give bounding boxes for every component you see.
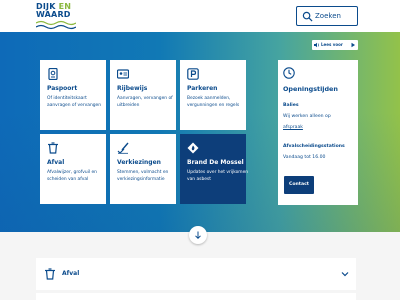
play-icon [351,42,355,48]
waste-bin-icon [45,268,55,280]
flame-icon [187,142,199,154]
accordion-item-next[interactable] [36,293,356,300]
balies-text: Wij werken alleen op [283,114,331,119]
accordion-item-afval[interactable]: Afval [36,258,356,290]
id-card-icon [117,69,129,79]
tile-paspoort[interactable]: Paspoort Of identiteitskaart aanvragen o… [40,60,106,130]
logo-waves-icon [36,20,76,30]
accordion-label: Afval [62,270,80,277]
tile-title: Brand De Mossel [187,159,244,166]
tile-title: Afval [47,159,65,166]
contact-button[interactable]: Contact [284,176,314,194]
tile-description: Bezoek aanmelden, vergunningen en regels [187,96,240,109]
tile-verkiezingen[interactable]: Verkiezingen Stemmen, volmacht en verkie… [110,134,176,204]
search-icon [302,11,313,22]
dijk-en-waard-logo[interactable]: DIJK EN WAARD [36,3,76,30]
chevron-down-icon [341,272,349,277]
tile-title: Verkiezingen [117,159,161,166]
speaker-icon [314,42,319,48]
tile-title: Rijbewijs [117,85,148,92]
tile-description: Of identiteitskaart aanvragen of vervang… [47,96,101,109]
tile-title: Parkeren [187,85,218,92]
readspeaker-label: Lees voor [321,42,343,47]
tile-description: Updates over het vrijkomen van asbest [187,170,249,183]
site-header: DIJK EN WAARD Zoeken [0,0,400,32]
tile-rijbewijs[interactable]: Rijbewijs Aanvragen, vervangen of uitbre… [110,60,176,130]
balies-label: Balies [283,103,299,108]
search-placeholder: Zoeken [315,12,341,20]
opening-hours-card: Openingstijden Balies Wij werken alleen … [278,60,358,205]
opening-hours-title: Openingstijden [283,85,338,93]
tile-title: Paspoort [47,85,78,92]
ballot-icon [117,142,129,154]
arrow-down-icon [195,231,201,240]
scroll-down-button[interactable] [189,226,207,244]
tile-brand-de-mossel[interactable]: Brand De Mossel Updates over het vrijkom… [180,134,249,204]
waste-bin-icon [48,142,58,154]
tile-afval[interactable]: Afval Afvalwijzer, grofvuil en scheiden … [40,134,106,204]
passport-icon [48,68,58,80]
readspeaker-button[interactable]: Lees voor [312,40,358,50]
search-input[interactable]: Zoeken [296,6,358,26]
afval-hours-text: Vandaag tot 16.00 [283,155,326,160]
clock-icon [283,67,295,79]
afspraak-link[interactable]: afspraak [283,125,303,130]
tile-description: Aanvragen, vervangen of uitbreiden [117,96,173,109]
parking-icon [187,68,199,80]
tile-description: Afvalwijzer, grofvuil en scheiden van af… [47,170,97,183]
tile-description: Stemmen, volmacht en verkiezingsinformat… [117,170,169,183]
afvalscheidingsstations-label: Afvalscheidingsstations [283,144,345,149]
tile-parkeren[interactable]: Parkeren Bezoek aanmelden, vergunningen … [180,60,246,130]
